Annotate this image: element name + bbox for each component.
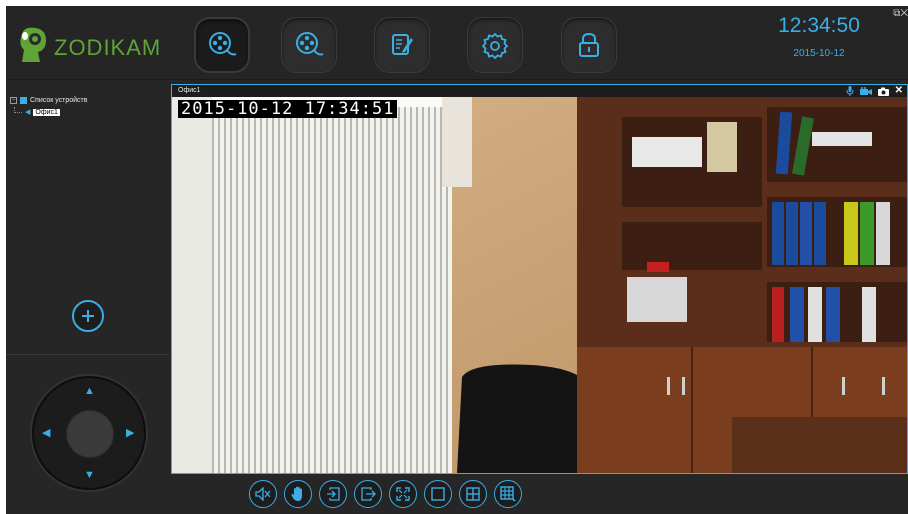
layout-4-icon — [466, 487, 480, 501]
mute-button[interactable] — [249, 480, 277, 508]
fullscreen-icon — [396, 487, 410, 501]
ptz-right-arrow-icon[interactable]: ▶ — [126, 428, 134, 439]
close-video-icon[interactable]: ✕ — [895, 85, 903, 97]
ptz-down-arrow-icon[interactable]: ▼ — [84, 470, 95, 481]
brand-name: ZODIKAM — [54, 35, 162, 60]
nav-live-view-button[interactable] — [194, 17, 250, 73]
bottom-toolbar — [249, 480, 522, 510]
video-timestamp-osd: 2015-10-12 17:34:51 — [178, 100, 398, 118]
hand-stop-icon — [291, 486, 302, 501]
snapshot-camera-icon[interactable] — [877, 87, 889, 96]
window-controls: ⧉✕ — [893, 8, 908, 19]
layout-4-button[interactable] — [459, 480, 487, 508]
layout-1-icon — [431, 487, 445, 501]
ptz-center-button[interactable] — [66, 410, 114, 458]
ptz-left-arrow-icon[interactable]: ◀ — [42, 428, 50, 439]
add-device-button[interactable] — [72, 300, 104, 332]
camera-feed[interactable]: 2015-10-12 17:34:51 — [172, 97, 907, 473]
app-window: ZODIKAM 12:34:50 2015-10-12 ⧉✕ − Список … — [6, 6, 908, 514]
ptz-control: ▲ ▼ ◀ ▶ — [32, 376, 146, 490]
tree-root[interactable]: − Список устройств — [6, 94, 166, 106]
device-tree: − Список устройств ◀ Офис1 — [6, 94, 166, 118]
logo: ZODIKAM — [16, 22, 161, 66]
clock: 12:34:50 2015-10-12 — [769, 14, 869, 59]
microphone-icon[interactable] — [846, 86, 854, 96]
stop-all-button[interactable] — [284, 480, 312, 508]
nav-settings-button[interactable] — [467, 17, 523, 73]
ptz-up-arrow-icon[interactable]: ▲ — [84, 386, 95, 397]
nav-playback-button[interactable] — [281, 17, 337, 73]
film-reel-icon — [296, 32, 324, 56]
import-icon — [327, 487, 340, 501]
layout-1-button[interactable] — [424, 480, 452, 508]
video-channel-name: Офис1 — [178, 87, 201, 94]
camera-icon: ◀ — [25, 109, 31, 116]
video-panel[interactable]: Офис1 ✕ 2015-10-12 17:34:51 — [171, 84, 908, 474]
camera-mascot-icon — [20, 27, 46, 63]
export-icon — [361, 487, 376, 501]
tree-device-label: Офис1 — [33, 108, 60, 116]
camera-feed-image — [172, 97, 907, 473]
collapse-toggle-icon[interactable]: − — [10, 96, 17, 104]
nav-lock-button[interactable] — [561, 17, 617, 73]
video-tools: ✕ — [846, 85, 903, 97]
video-title-bar: Офис1 ✕ — [172, 85, 907, 97]
film-reel-icon — [209, 32, 237, 56]
nav-log-button[interactable] — [374, 17, 430, 73]
edit-document-icon — [392, 34, 413, 55]
mute-icon — [255, 487, 271, 501]
fullscreen-button[interactable] — [389, 480, 417, 508]
import-button[interactable] — [319, 480, 347, 508]
clock-date: 2015-10-12 — [793, 48, 845, 59]
layout-9-icon — [500, 486, 516, 501]
clock-time: 12:34:50 — [778, 14, 860, 37]
layout-9-button[interactable] — [494, 480, 522, 508]
plus-icon — [82, 310, 94, 322]
panel-divider — [6, 354, 169, 355]
top-bar: ZODIKAM 12:34:50 2015-10-12 ⧉✕ — [6, 6, 908, 80]
tree-device-item[interactable]: ◀ Офис1 — [6, 106, 166, 118]
tree-root-label: Список устройств — [30, 96, 88, 104]
device-group-icon — [20, 96, 27, 104]
export-button[interactable] — [354, 480, 382, 508]
video-record-icon[interactable] — [859, 86, 872, 96]
tree-connector — [14, 107, 22, 113]
close-window-icon[interactable]: ✕ — [900, 8, 908, 19]
lock-icon — [579, 32, 599, 57]
gear-icon — [481, 32, 509, 59]
